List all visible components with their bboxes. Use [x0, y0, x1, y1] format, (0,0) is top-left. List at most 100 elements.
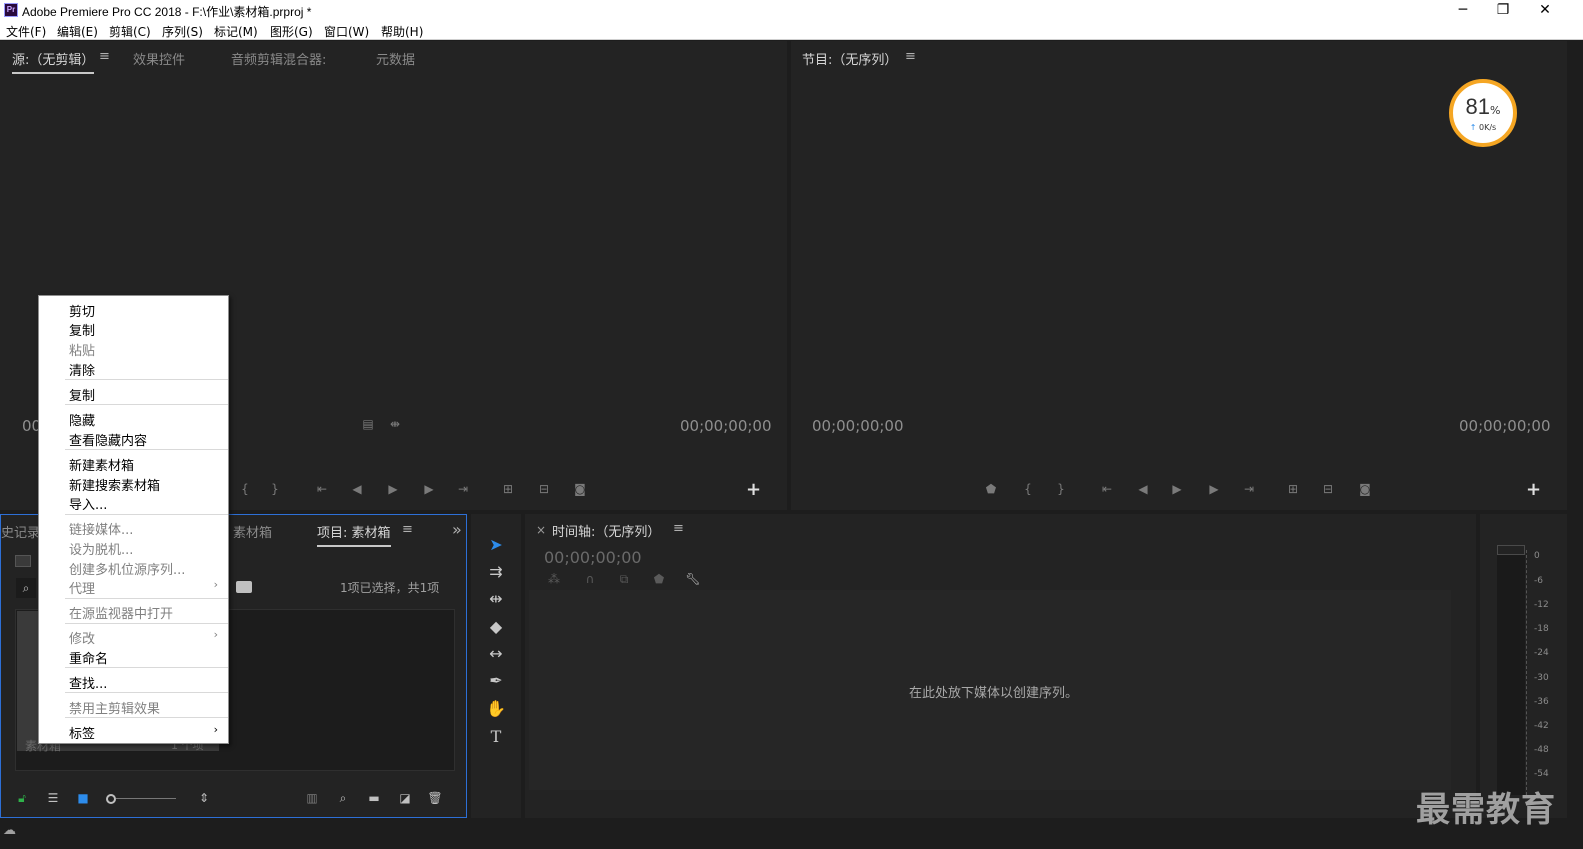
overwrite-icon[interactable]: ⊟ — [535, 482, 553, 496]
export-frame-icon[interactable]: ◙ — [1356, 482, 1374, 496]
insert-icon[interactable]: ⊞ — [499, 482, 517, 496]
step-back-icon[interactable]: ◀ — [1134, 482, 1152, 496]
menu-window[interactable]: 窗口(W) — [324, 23, 369, 40]
type-tool-icon[interactable]: T — [485, 727, 507, 749]
lock-icon[interactable]: 🔓︎ — [13, 791, 31, 806]
tab-audio-clip-mixer[interactable]: 音频剪辑混合器: — [231, 49, 326, 68]
menu-clip[interactable]: 剪辑(C) — [109, 23, 151, 40]
menu-item-new-search-bin[interactable]: 新建搜索素材箱 — [69, 475, 160, 494]
go-to-in-icon[interactable]: ⇤ — [313, 482, 331, 496]
restore-button[interactable]: ❐ — [1483, 0, 1523, 22]
snap-icon[interactable]: ∩ — [581, 572, 599, 586]
submenu-arrow-icon: › — [213, 723, 218, 736]
menu-item-find[interactable]: 查找... — [69, 673, 107, 692]
go-to-out-icon[interactable]: ⇥ — [1240, 482, 1258, 496]
icon-view-icon[interactable]: ■ — [74, 791, 92, 805]
menu-item-new-bin[interactable]: 新建素材箱 — [69, 455, 134, 474]
tab-history[interactable]: 史记录 — [1, 522, 40, 541]
menu-item-hide[interactable]: 隐藏 — [69, 410, 95, 429]
new-bin-icon[interactable]: ▬ — [365, 791, 383, 805]
menu-item-view-hidden[interactable]: 查看隐藏内容 — [69, 430, 147, 449]
menu-item-open-in-source-monitor[interactable]: 在源监视器中打开 — [69, 603, 173, 622]
minimize-button[interactable]: ─ — [1443, 0, 1483, 22]
tab-program[interactable]: 节目:（无序列） — [802, 49, 897, 68]
list-view-icon[interactable]: ☰ — [44, 791, 62, 805]
program-panel-menu-icon[interactable]: ≡ — [905, 49, 916, 64]
tab-source[interactable]: 源:（无剪辑） — [12, 49, 95, 74]
step-forward-icon[interactable]: ▶ — [420, 482, 438, 496]
menu-item-copy[interactable]: 复制 — [69, 320, 95, 339]
step-back-icon[interactable]: ◀ — [348, 482, 366, 496]
add-marker-icon[interactable]: ⬟ — [650, 572, 668, 586]
new-item-icon[interactable]: ◪ — [396, 791, 414, 805]
hand-tool-icon[interactable]: ✋ — [485, 699, 507, 721]
menu-item-proxy[interactable]: 代理 — [69, 578, 95, 597]
tab-timeline[interactable]: 时间轴:（无序列） — [552, 521, 660, 540]
menu-item-duplicate[interactable]: 复制 — [69, 385, 95, 404]
close-button[interactable]: ✕ — [1525, 0, 1565, 22]
close-tab-icon[interactable]: × — [536, 523, 546, 537]
zoom-slider-handle[interactable] — [106, 794, 116, 804]
menu-item-multicam-sequence[interactable]: 创建多机位源序列... — [69, 559, 185, 578]
menu-item-make-offline[interactable]: 设为脱机... — [69, 539, 133, 558]
add-button-icon[interactable]: + — [1526, 479, 1541, 500]
add-button-icon[interactable]: + — [746, 479, 761, 500]
ripple-edit-tool-icon[interactable]: ⇹ — [485, 589, 507, 611]
play-icon[interactable]: ▶ — [384, 482, 402, 496]
menu-item-import[interactable]: 导入... — [69, 494, 107, 513]
mark-out-icon[interactable]: } — [1052, 482, 1070, 496]
tab-bin[interactable]: 素材箱 — [233, 522, 272, 541]
search-icon[interactable]: ⌕ — [16, 578, 36, 598]
mark-out-icon[interactable]: } — [266, 482, 284, 496]
menu-item-modify[interactable]: 修改 — [69, 628, 95, 647]
go-to-out-icon[interactable]: ⇥ — [454, 482, 472, 496]
extract-icon[interactable]: ⊟ — [1319, 482, 1337, 496]
wrench-icon[interactable]: 🔧︎ — [684, 572, 702, 586]
source-panel-menu-icon[interactable]: ≡ — [99, 49, 110, 64]
menu-edit[interactable]: 编辑(E) — [57, 23, 98, 40]
menu-item-cut[interactable]: 剪切 — [69, 301, 95, 320]
export-frame-icon[interactable]: ◙ — [571, 482, 589, 496]
pen-tool-icon[interactable]: ✒ — [485, 671, 507, 693]
tab-project-bin[interactable]: 项目: 素材箱 — [317, 522, 391, 547]
selection-tool-icon[interactable]: ➤ — [485, 535, 507, 557]
sort-icon[interactable]: ⇕ — [195, 791, 213, 805]
razor-tool-icon[interactable]: ◆ — [485, 617, 507, 639]
project-panel-menu-icon[interactable]: ≡ — [402, 522, 413, 537]
linked-selection-icon[interactable]: ⧉ — [615, 572, 633, 587]
track-select-tool-icon[interactable]: ⇉ — [485, 562, 507, 584]
timeline-timecode[interactable]: 00;00;00;00 — [544, 548, 642, 567]
menu-sequence[interactable]: 序列(S) — [162, 23, 203, 40]
menu-graphics[interactable]: 图形(G) — [270, 23, 313, 40]
go-to-in-icon[interactable]: ⇤ — [1098, 482, 1116, 496]
mark-in-icon[interactable]: { — [236, 482, 254, 496]
menu-item-rename[interactable]: 重命名 — [69, 648, 108, 667]
overflow-tabs-icon[interactable]: » — [452, 520, 462, 539]
menu-item-link-media[interactable]: 链接媒体... — [69, 519, 133, 538]
menu-item-disable-master-clip-effects[interactable]: 禁用主剪辑效果 — [69, 698, 160, 717]
meter-scale-line — [1526, 550, 1527, 795]
play-icon[interactable]: ▶ — [1168, 482, 1186, 496]
menu-item-clear[interactable]: 清除 — [69, 360, 95, 379]
trash-icon[interactable]: 🗑︎ — [426, 791, 444, 805]
menu-separator — [65, 514, 228, 515]
new-search-bin-icon[interactable] — [236, 581, 252, 593]
timeline-panel-menu-icon[interactable]: ≡ — [673, 521, 684, 536]
menu-separator — [65, 404, 228, 405]
lift-icon[interactable]: ⊞ — [1284, 482, 1302, 496]
menu-marker[interactable]: 标记(M) — [214, 23, 258, 40]
mark-in-icon[interactable]: { — [1019, 482, 1037, 496]
step-forward-icon[interactable]: ▶ — [1205, 482, 1223, 496]
nest-icon[interactable]: ⁂ — [545, 572, 563, 586]
automate-to-sequence-icon[interactable]: ▥ — [303, 791, 321, 805]
zoom-slider-track[interactable] — [116, 798, 176, 799]
slip-tool-icon[interactable]: ↔ — [485, 644, 507, 666]
tab-metadata[interactable]: 元数据 — [376, 49, 415, 68]
menu-item-label[interactable]: 标签 — [69, 723, 95, 742]
add-marker-icon[interactable]: ⬟ — [982, 482, 1000, 496]
menu-help[interactable]: 帮助(H) — [381, 23, 423, 40]
find-icon[interactable]: ⌕ — [334, 791, 352, 806]
tab-effect-controls[interactable]: 效果控件 — [133, 49, 185, 68]
menu-file[interactable]: 文件(F) — [6, 23, 46, 40]
menu-item-paste[interactable]: 粘贴 — [69, 340, 95, 359]
